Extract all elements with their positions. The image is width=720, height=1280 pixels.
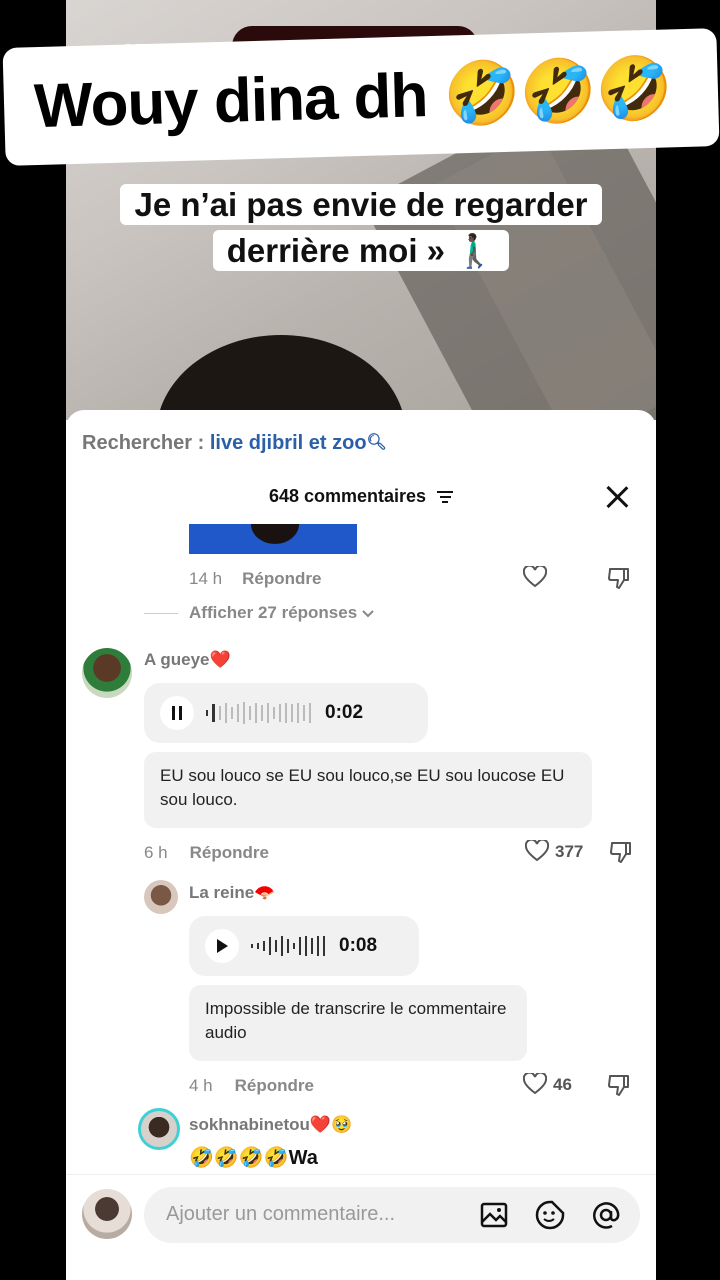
comment-time: 6 h [144, 843, 168, 862]
dislike-icon[interactable] [607, 1073, 631, 1097]
avatar[interactable] [138, 1108, 180, 1150]
reply-button[interactable]: Répondre [242, 569, 321, 588]
search-suggestion[interactable]: Rechercher : live djibril et zoo🔍︎ [82, 432, 387, 455]
avatar[interactable] [144, 880, 178, 914]
pause-icon[interactable] [160, 696, 194, 730]
search-label: Rechercher : [82, 432, 205, 454]
previous-comment-image[interactable] [189, 524, 357, 554]
heart-icon[interactable] [525, 840, 549, 862]
close-icon[interactable] [604, 484, 630, 510]
mention-icon[interactable] [590, 1199, 622, 1231]
dislike-icon[interactable] [609, 840, 633, 864]
show-replies-button[interactable]: Afficher 27 réponses [189, 603, 374, 623]
user-avatar[interactable] [82, 1189, 132, 1239]
search-icon: 🔍︎ [366, 434, 387, 451]
audio-transcript: Impossible de transcrire le commentaire … [189, 985, 527, 1061]
like-count: 377 [555, 842, 584, 861]
audio-waveform[interactable] [251, 936, 325, 956]
dislike-icon[interactable] [607, 566, 631, 590]
comment-text: 🤣🤣🤣🤣Wa [189, 1147, 318, 1169]
filter-icon[interactable] [437, 488, 454, 506]
comment-username[interactable]: La reine🪭 [189, 883, 275, 903]
reply-button[interactable]: Répondre [190, 843, 269, 862]
overlay-title: Wouy dina dh 🤣🤣🤣 [2, 28, 720, 166]
search-query[interactable]: live djibril et zoo [210, 432, 367, 454]
audio-comment[interactable]: 0:02 [144, 683, 428, 743]
comment-meta: 4 h Répondre [189, 1076, 314, 1096]
comments-header: 648 commentaires [66, 486, 656, 507]
replies-divider [144, 613, 178, 614]
comment-username[interactable]: sokhnabinetou❤️🥹 [189, 1115, 352, 1135]
previous-comment-meta: 14 h Répondre [189, 569, 321, 589]
comment-input-placeholder: Ajouter un commentaire... [166, 1203, 395, 1225]
audio-transcript: EU sou louco se EU sou louco,se EU sou l… [144, 752, 592, 828]
comment-time: 4 h [189, 1076, 213, 1095]
comment-count: 648 commentaires [268, 486, 427, 506]
comment-input[interactable]: Ajouter un commentaire... [144, 1187, 640, 1243]
comments-sheet: Rechercher : live djibril et zoo🔍︎ 648 c… [66, 410, 656, 1280]
comment-time: 14 h [189, 569, 223, 588]
heart-icon[interactable] [523, 566, 547, 588]
like-count: 46 [553, 1075, 572, 1094]
video-caption: Je n’ai pas envie de regarder derrière m… [120, 184, 602, 271]
chevron-down-icon [362, 610, 374, 618]
audio-duration: 0:02 [325, 702, 364, 723]
person-head [156, 335, 406, 420]
show-replies-label: Afficher 27 réponses [189, 603, 358, 622]
heart-icon[interactable] [523, 1073, 547, 1095]
audio-duration: 0:08 [339, 935, 378, 956]
avatar[interactable] [82, 648, 132, 698]
play-icon[interactable] [205, 929, 239, 963]
video-caption-box: Je n’ai pas envie de regarder derrière m… [66, 182, 656, 274]
reply-button[interactable]: Répondre [235, 1076, 314, 1095]
overlay-title-text: Wouy dina dh 🤣🤣🤣 [33, 53, 673, 141]
comment-composer: Ajouter un commentaire... [66, 1174, 656, 1280]
image-icon[interactable] [478, 1199, 510, 1231]
audio-comment[interactable]: 0:08 [189, 916, 419, 976]
sticker-icon[interactable] [534, 1199, 566, 1231]
comment-meta: 6 h Répondre [144, 843, 269, 863]
audio-waveform[interactable] [206, 702, 311, 724]
comment-username[interactable]: A gueye❤️ [144, 650, 231, 670]
